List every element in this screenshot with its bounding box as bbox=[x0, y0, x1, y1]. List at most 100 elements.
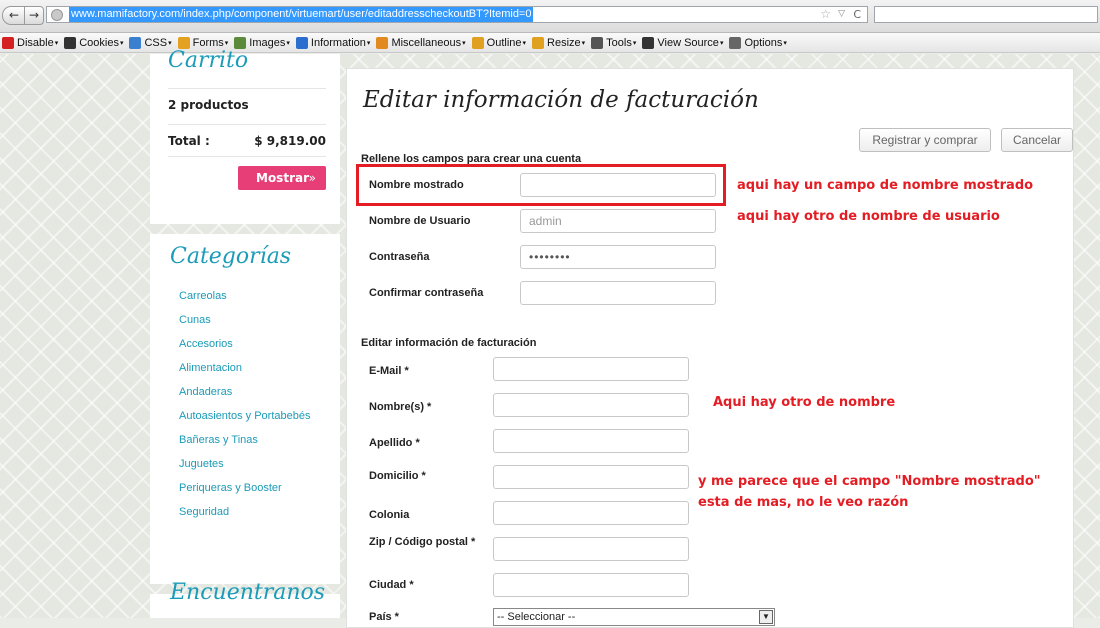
address-bar-url[interactable]: www.mamifactory.com/index.php/component/… bbox=[69, 7, 534, 22]
toolbar-item-disable[interactable]: Disable ▾ bbox=[2, 36, 58, 49]
category-link[interactable]: Andaderas bbox=[179, 384, 310, 408]
forward-arrow-icon: → bbox=[28, 8, 40, 22]
annotation-comment-line2: esta de mas, no le veo razón bbox=[698, 495, 909, 510]
toolbar-item-label: Information bbox=[310, 36, 366, 49]
billing-input[interactable] bbox=[493, 429, 689, 453]
show-cart-button[interactable]: Mostrar » bbox=[238, 166, 326, 190]
miscellaneous-icon bbox=[376, 36, 389, 49]
bookmark-star-icon[interactable]: ☆ bbox=[820, 7, 831, 22]
category-link[interactable]: Alimentacion bbox=[179, 360, 310, 384]
tools-icon bbox=[591, 36, 604, 49]
category-link[interactable]: Accesorios bbox=[179, 336, 310, 360]
search-input[interactable] bbox=[874, 6, 1098, 23]
annotation-name: Aqui hay otro de nombre bbox=[713, 395, 896, 410]
categories-title: Categorías bbox=[170, 244, 292, 269]
toolbar-item-options[interactable]: Options ▾ bbox=[729, 36, 787, 49]
toolbar-item-outline[interactable]: Outline ▾ bbox=[471, 36, 527, 49]
reload-icon[interactable]: C bbox=[853, 7, 861, 22]
toolbar-item-label: Outline bbox=[486, 36, 522, 49]
css-pencil-icon bbox=[129, 36, 142, 49]
field-label: Domicilio * bbox=[369, 470, 426, 482]
account-input[interactable] bbox=[520, 281, 716, 305]
country-select-value: -- Seleccionar -- bbox=[497, 611, 576, 623]
cart-product-count: 2 productos bbox=[168, 98, 249, 112]
category-list: Carreolas Cunas Accesorios Alimentacion Anda… bbox=[179, 288, 310, 528]
toolbar-item-tools[interactable]: Tools ▾ bbox=[591, 36, 637, 49]
toolbar-item-label: Disable bbox=[17, 36, 54, 49]
billing-input[interactable] bbox=[493, 537, 689, 561]
forward-button[interactable]: → bbox=[24, 6, 44, 25]
resize-pencil-icon bbox=[532, 36, 545, 49]
toolbar-item-label: Tools bbox=[606, 36, 632, 49]
address-bar[interactable]: www.mamifactory.com/index.php/component/… bbox=[46, 6, 868, 23]
site-identity-icon[interactable] bbox=[51, 9, 63, 21]
toolbar-item-information[interactable]: Information ▾ bbox=[295, 36, 370, 49]
toolbar-item-forms[interactable]: Forms ▾ bbox=[177, 36, 229, 49]
page-title: Editar información de facturación bbox=[363, 87, 759, 113]
divider bbox=[168, 156, 326, 157]
field-label: Zip / Código postal * bbox=[369, 536, 476, 548]
chevron-down-icon: ▾ bbox=[119, 39, 124, 47]
toolbar-item-label: CSS bbox=[144, 36, 168, 49]
find-us-title: Encuentranos bbox=[170, 580, 326, 605]
field-label: Nombre de Usuario bbox=[369, 215, 471, 227]
category-link[interactable]: Periqueras y Booster bbox=[179, 480, 310, 504]
billing-section-title: Editar información de facturación bbox=[361, 337, 537, 349]
toolbar-item-view-source[interactable]: View Source ▾ bbox=[642, 36, 724, 49]
images-icon bbox=[234, 36, 247, 49]
cookie-person-icon bbox=[64, 36, 77, 49]
toolbar-item-label: Cookies bbox=[79, 36, 119, 49]
billing-input[interactable] bbox=[493, 573, 689, 597]
field-label: Nombre(s) * bbox=[369, 401, 432, 413]
disable-icon bbox=[2, 36, 14, 49]
field-label: E-Mail * bbox=[369, 365, 409, 377]
billing-input[interactable] bbox=[493, 357, 689, 381]
country-select[interactable]: -- Seleccionar -- ▼ bbox=[493, 608, 775, 626]
category-link[interactable]: Carreolas bbox=[179, 288, 310, 312]
chevron-right-icon: » bbox=[308, 171, 316, 185]
cart-total-value: $ 9,819.00 bbox=[254, 134, 326, 148]
chevron-down-icon: ▾ bbox=[783, 39, 787, 47]
back-button[interactable]: ← bbox=[2, 6, 26, 25]
chevron-down-icon: ▾ bbox=[224, 39, 229, 47]
toolbar-item-css[interactable]: CSS ▾ bbox=[129, 36, 172, 49]
toolbar-item-label: Miscellaneous bbox=[391, 36, 462, 49]
chevron-down-icon: ▾ bbox=[581, 39, 586, 47]
billing-input[interactable] bbox=[493, 393, 689, 417]
billing-input[interactable] bbox=[493, 501, 689, 525]
toolbar-item-images[interactable]: Images ▾ bbox=[234, 36, 290, 49]
chevron-down-icon: ▾ bbox=[632, 39, 637, 47]
account-input[interactable]: •••••••• bbox=[520, 245, 716, 269]
options-icon bbox=[729, 36, 742, 49]
category-link[interactable]: Juguetes bbox=[179, 456, 310, 480]
category-link[interactable]: Cunas bbox=[179, 312, 310, 336]
show-cart-label: Mostrar bbox=[256, 171, 309, 185]
chevron-down-icon: ▾ bbox=[168, 39, 172, 47]
information-icon bbox=[295, 36, 308, 49]
select-arrow-icon: ▼ bbox=[759, 610, 773, 624]
chevron-down-icon: ▾ bbox=[286, 39, 290, 47]
field-label: Confirmar contraseña bbox=[369, 287, 484, 299]
cancel-button[interactable]: Cancelar bbox=[1001, 128, 1073, 152]
chevron-down-icon: ▾ bbox=[522, 39, 527, 47]
register-and-buy-button[interactable]: Registrar y comprar bbox=[859, 128, 991, 152]
history-dropdown-icon[interactable]: ▽ bbox=[838, 7, 845, 22]
field-label: Contraseña bbox=[369, 251, 430, 263]
category-link[interactable]: Seguridad bbox=[179, 504, 310, 528]
annotation-display-name: aqui hay un campo de nombre mostrado bbox=[737, 178, 1034, 193]
category-link[interactable]: Autoasientos y Portabebés bbox=[179, 408, 310, 432]
chevron-down-icon: ▾ bbox=[719, 39, 724, 47]
sidebar: Carrito 2 productos Total : $ 9,819.00 M… bbox=[150, 48, 340, 618]
billing-input[interactable] bbox=[493, 465, 689, 489]
browser-navigation-bar: ← → www.mamifactory.com/index.php/compon… bbox=[0, 0, 1100, 33]
highlight-box bbox=[356, 164, 726, 206]
toolbar-item-label: Images bbox=[249, 36, 286, 49]
account-input[interactable]: admin bbox=[520, 209, 716, 233]
toolbar-item-miscellaneous[interactable]: Miscellaneous ▾ bbox=[376, 36, 466, 49]
field-label: País * bbox=[369, 611, 399, 623]
outline-pencil-icon bbox=[471, 36, 484, 49]
toolbar-item-resize[interactable]: Resize ▾ bbox=[532, 36, 586, 49]
category-link[interactable]: Bañeras y Tinas bbox=[179, 432, 310, 456]
toolbar-item-cookies[interactable]: Cookies ▾ bbox=[64, 36, 124, 49]
toolbar-item-label: Forms bbox=[192, 36, 224, 49]
